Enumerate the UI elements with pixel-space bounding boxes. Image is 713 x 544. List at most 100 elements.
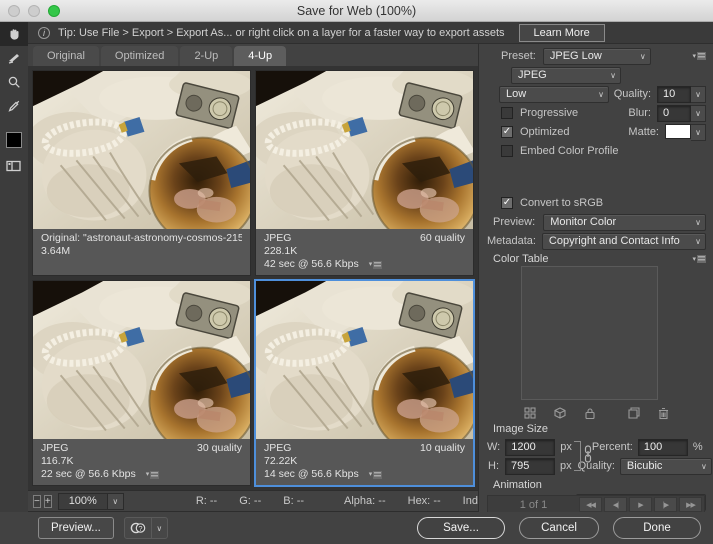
chevron-down-icon: ∨ [107, 494, 123, 509]
zoom-window-button[interactable] [48, 5, 60, 17]
play-button: ▶ [629, 497, 652, 512]
percent-label: Percent: [592, 441, 633, 453]
toggle-slices-visibility-button[interactable] [0, 154, 28, 178]
matte-color-swatch [665, 124, 691, 139]
progressive-checkbox[interactable]: ✓ [501, 107, 513, 119]
tip-text: Tip: Use File > Export > Export As... or… [58, 27, 505, 39]
quality-stepper[interactable]: 10 ∨ [657, 86, 706, 103]
caption-line: 22 sec @ 56.6 Kbps [41, 468, 136, 481]
color-table-panel-menu[interactable]: ▾ [692, 255, 706, 263]
convert-to-srgb-label: Convert to sRGB [520, 197, 603, 209]
browser-preview-icon: ? [125, 520, 151, 536]
quality-label: 30 quality [197, 442, 242, 455]
preset-select[interactable]: JPEG Low ∨ [543, 48, 651, 65]
link-dimensions-icon[interactable] [583, 445, 593, 466]
chevron-down-icon: ∨ [636, 52, 650, 61]
first-frame-button: ◀◀ [579, 497, 602, 512]
panel-caption: JPEG 10 quality 72.22K 14 sec @ 56.6 Kbp… [256, 439, 473, 485]
learn-more-button[interactable]: Learn More [519, 24, 605, 42]
width-field[interactable]: 1200 [505, 439, 555, 456]
info-icon: i [38, 27, 50, 39]
browser-select[interactable]: ? ∨ [124, 517, 168, 539]
blur-label: Blur: [628, 107, 651, 119]
optimized-checkbox[interactable]: ✓ [501, 126, 513, 138]
color-table-actions [524, 407, 669, 420]
preview-panel-10q-selected[interactable]: JPEG 10 quality 72.22K 14 sec @ 56.6 Kbp… [255, 280, 474, 486]
compression-quality-select[interactable]: Low ∨ [499, 86, 609, 103]
eyedropper-color-swatch[interactable] [6, 132, 22, 148]
preview-panel-30q[interactable]: JPEG 30 quality 116.7K 22 sec @ 56.6 Kbp… [32, 280, 251, 486]
preview-panel-60q[interactable]: JPEG 60 quality 228.1K 42 sec @ 56.6 Kbp… [255, 70, 474, 276]
panel-caption: JPEG 60 quality 228.1K 42 sec @ 56.6 Kbp… [256, 229, 473, 275]
chevron-down-icon: ∨ [691, 237, 705, 246]
hand-icon [6, 26, 22, 42]
preview-in-browser-button[interactable]: Preview... [38, 517, 114, 539]
panel-caption: JPEG 30 quality 116.7K 22 sec @ 56.6 Kbp… [33, 439, 250, 485]
caption-line: 72.22K [264, 455, 465, 468]
zoom-level-select[interactable]: 100% ∨ [58, 493, 124, 510]
zoom-level-value: 100% [59, 495, 107, 507]
percent-field[interactable]: 100 [638, 439, 688, 456]
matte-select[interactable]: ∨ [665, 124, 706, 141]
title-bar: Save for Web (100%) [0, 0, 713, 22]
chevron-down-icon: ∨ [594, 90, 608, 99]
save-button[interactable]: Save... [417, 517, 505, 539]
save-for-web-dialog: Save for Web (100%) i Tip: Use File > Ex… [0, 0, 713, 544]
format-select[interactable]: JPEG ∨ [511, 67, 621, 84]
menu-icon [373, 261, 382, 269]
color-table-swatches [521, 266, 658, 400]
zoom-out-button[interactable]: − [33, 495, 41, 508]
last-frame-button: ▶▶ [679, 497, 702, 512]
metadata-select[interactable]: Copyright and Contact Info ∨ [542, 233, 706, 250]
convert-to-srgb-checkbox[interactable]: ✓ [501, 197, 513, 209]
previous-frame-button: ◀| [604, 497, 627, 512]
tab-optimized[interactable]: Optimized [101, 46, 179, 66]
eyedropper-tool-button[interactable] [0, 94, 28, 118]
quality-label: 10 quality [420, 442, 465, 455]
settings-panel: Preset: JPEG Low ∨ ▾ JPEG ∨ Low ∨ Qualit… [478, 44, 713, 512]
caption-line: 14 sec @ 56.6 Kbps [264, 468, 359, 481]
preview-panel-original[interactable]: Original: "astronaut-astronomy-cosmos-21… [32, 70, 251, 276]
zoom-tool-button[interactable] [0, 70, 28, 94]
width-label: W: [487, 441, 500, 453]
done-button[interactable]: Done [613, 517, 701, 539]
readout-b: B: -- [283, 495, 304, 507]
preset-panel-menu[interactable]: ▾ [692, 52, 706, 60]
eyedropper-icon [6, 98, 22, 114]
slices-visibility-icon [5, 159, 23, 173]
menu-icon [373, 471, 382, 479]
trash-icon [658, 407, 669, 420]
height-field[interactable]: 795 [505, 458, 555, 475]
resample-quality-select[interactable]: Bicubic ∨ [620, 458, 712, 475]
preview-mode-select[interactable]: Monitor Color ∨ [543, 214, 706, 231]
matte-label: Matte: [628, 126, 659, 138]
preview-mode-label: Preview: [493, 216, 535, 228]
four-up-grid: Original: "astronaut-astronomy-cosmos-21… [28, 66, 478, 490]
hand-tool-button[interactable] [0, 22, 28, 46]
tab-2up[interactable]: 2-Up [180, 46, 232, 66]
snap-to-web-icon [524, 407, 536, 419]
slice-select-icon [6, 50, 22, 66]
preview-area: Original Optimized 2-Up 4-Up Original: "… [28, 44, 478, 512]
blur-stepper[interactable]: 0 ∨ [657, 105, 706, 122]
embed-color-profile-checkbox[interactable]: ✓ [501, 145, 513, 157]
slice-select-tool-button[interactable] [0, 46, 28, 70]
frame-status: 1 of 1 [488, 499, 579, 511]
chevron-down-icon: ∨ [691, 218, 705, 227]
zoom-in-button[interactable]: + [44, 495, 52, 508]
tab-original[interactable]: Original [33, 46, 99, 66]
menu-icon [697, 255, 706, 263]
chevron-down-icon: ∨ [606, 71, 620, 80]
wh-link-bracket [574, 441, 581, 471]
panel-caption: Original: "astronaut-astronomy-cosmos-21… [33, 229, 250, 275]
tab-4up[interactable]: 4-Up [234, 46, 286, 66]
caption-line: 3.64M [41, 245, 242, 258]
height-unit: px [560, 460, 572, 472]
download-rate-menu[interactable]: ▾ [369, 471, 383, 479]
readout-alpha: Alpha: -- [344, 495, 386, 507]
web-shift-cube-icon [554, 407, 566, 419]
embed-color-profile-label: Embed Color Profile [520, 145, 618, 157]
download-rate-menu[interactable]: ▾ [369, 261, 383, 269]
cancel-button[interactable]: Cancel [519, 517, 599, 539]
download-rate-menu[interactable]: ▾ [146, 471, 160, 479]
